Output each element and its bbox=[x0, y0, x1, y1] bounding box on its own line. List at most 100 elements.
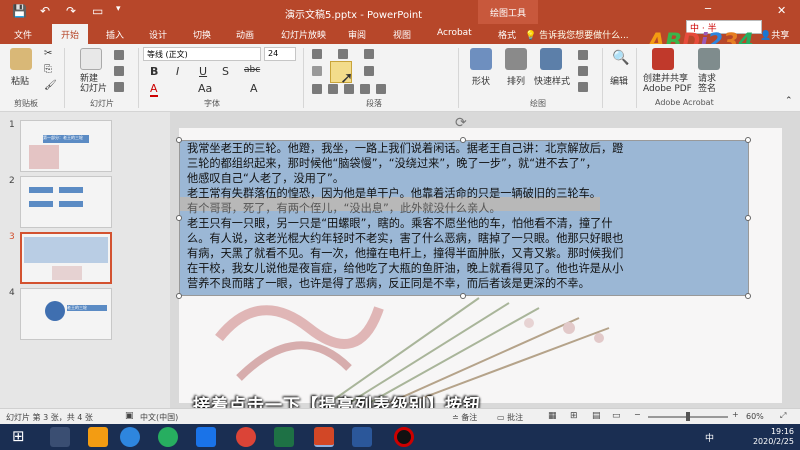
layout-icon[interactable] bbox=[114, 50, 124, 60]
italic-button[interactable]: I bbox=[176, 65, 179, 78]
font-name-combo[interactable]: 等线 (正文) bbox=[143, 47, 261, 61]
system-clock[interactable]: 19:16 2020/2/25 bbox=[753, 427, 794, 447]
shapes-button[interactable]: 形状 bbox=[472, 74, 490, 87]
tab-animations[interactable]: 动画 bbox=[236, 28, 254, 41]
wps-icon[interactable] bbox=[196, 427, 216, 447]
tab-view[interactable]: 视图 bbox=[393, 28, 411, 41]
resize-handle-se[interactable] bbox=[745, 293, 751, 299]
decrease-indent-icon[interactable] bbox=[312, 66, 322, 76]
fit-slide-icon[interactable]: ⤢ bbox=[780, 411, 786, 421]
tab-slideshow[interactable]: 幻灯片放映 bbox=[281, 28, 326, 41]
tab-insert[interactable]: 插入 bbox=[106, 28, 124, 41]
quick-access-dropdown-icon[interactable]: ▾ bbox=[116, 4, 121, 14]
ime-indicator[interactable]: 中 bbox=[705, 431, 714, 444]
recorder-icon[interactable] bbox=[394, 427, 414, 447]
columns-icon[interactable] bbox=[376, 84, 386, 94]
font-size-up-icon[interactable]: Aa bbox=[198, 82, 212, 95]
undo-icon[interactable]: ↶ bbox=[40, 4, 50, 18]
tab-file[interactable]: 文件 bbox=[14, 28, 32, 41]
browser-icon[interactable] bbox=[158, 427, 178, 447]
line-spacing-icon[interactable] bbox=[364, 49, 374, 59]
zoom-level[interactable]: 60% bbox=[746, 412, 764, 421]
shape-fill-icon[interactable] bbox=[578, 50, 588, 60]
align-center-icon[interactable] bbox=[328, 84, 338, 94]
tab-format[interactable]: 格式 bbox=[498, 28, 516, 41]
slideshow-view-icon[interactable]: ▭ bbox=[612, 411, 621, 421]
zoom-slider-thumb[interactable] bbox=[686, 412, 690, 421]
resize-handle-nw[interactable] bbox=[176, 137, 182, 143]
resize-handle-e[interactable] bbox=[745, 215, 751, 221]
quick-styles-button[interactable]: 快速样式 bbox=[534, 74, 570, 87]
bullets-icon[interactable] bbox=[312, 49, 322, 59]
text-body[interactable]: 我常坐老王的三轮。他蹬，我坐，一路上我们说着闲话。据老王自己讲：北京解放后，蹬 … bbox=[187, 141, 623, 291]
zoom-out-icon[interactable]: − bbox=[634, 410, 641, 419]
tell-me-search[interactable]: 💡 告诉我您想要做什么... bbox=[525, 28, 629, 41]
quick-styles-icon[interactable] bbox=[540, 48, 562, 70]
arrange-button[interactable]: 排列 bbox=[507, 74, 525, 87]
underline-button[interactable]: U bbox=[199, 65, 207, 78]
explorer-icon[interactable] bbox=[50, 427, 70, 447]
zoom-in-icon[interactable]: + bbox=[732, 410, 739, 419]
adobe-pdf-icon[interactable] bbox=[652, 48, 674, 70]
shape-outline-icon[interactable] bbox=[578, 66, 588, 76]
notes-button[interactable]: ≐ 备注 bbox=[452, 412, 477, 423]
request-signature-button[interactable]: 请求 签名 bbox=[698, 74, 716, 94]
close-icon[interactable]: ✕ bbox=[777, 4, 786, 17]
share-button[interactable]: 👤共享 bbox=[760, 28, 789, 41]
cloud-icon[interactable] bbox=[120, 427, 140, 447]
excel-icon[interactable] bbox=[274, 427, 294, 447]
tab-design[interactable]: 设计 bbox=[149, 28, 167, 41]
font-color-icon[interactable]: A bbox=[150, 82, 158, 97]
slide-thumbnail-2[interactable] bbox=[20, 176, 112, 228]
chrome-icon[interactable] bbox=[236, 427, 256, 447]
redo-icon[interactable]: ↷ bbox=[66, 4, 76, 18]
paste-icon[interactable] bbox=[10, 48, 32, 70]
create-pdf-button[interactable]: 创建并共享 Adobe PDF bbox=[643, 74, 692, 94]
folder-icon[interactable] bbox=[88, 427, 108, 447]
numbering-icon[interactable] bbox=[338, 49, 348, 59]
slide-thumbnail-1[interactable]: 第一部分：老王的三轮 bbox=[20, 120, 112, 172]
request-signature-icon[interactable] bbox=[698, 48, 720, 70]
rotate-handle-icon[interactable]: ⟳ bbox=[455, 115, 467, 131]
selected-text-box[interactable]: 我常坐老王的三轮。他蹬，我坐，一路上我们说着闲话。据老王自己讲：北京解放后，蹬 … bbox=[179, 140, 749, 296]
arrange-icon[interactable] bbox=[505, 48, 527, 70]
slide-sorter-icon[interactable]: ⊞ bbox=[570, 411, 578, 421]
resize-handle-ne[interactable] bbox=[745, 137, 751, 143]
slide-thumbnail-4[interactable]: 老王的三轮 bbox=[20, 288, 112, 340]
resize-handle-n[interactable] bbox=[460, 137, 466, 143]
justify-icon[interactable] bbox=[360, 84, 370, 94]
new-slide-button[interactable]: 新建 幻灯片 bbox=[80, 74, 107, 94]
align-left-icon[interactable] bbox=[312, 84, 322, 94]
comments-button[interactable]: ▭ 批注 bbox=[497, 412, 523, 423]
shadow-button[interactable]: S bbox=[222, 65, 229, 78]
save-icon[interactable]: 💾 bbox=[12, 4, 27, 18]
normal-view-icon[interactable]: ▦ bbox=[548, 411, 557, 421]
resize-handle-w[interactable] bbox=[176, 215, 182, 221]
editing-button[interactable]: 编辑 bbox=[610, 74, 628, 87]
copy-icon[interactable]: ⎘ bbox=[44, 64, 52, 75]
paste-button[interactable]: 粘贴 bbox=[11, 74, 29, 87]
resize-handle-sw[interactable] bbox=[176, 293, 182, 299]
minimize-icon[interactable]: ─ bbox=[705, 4, 711, 15]
clear-format-icon[interactable]: A bbox=[250, 82, 258, 95]
reading-view-icon[interactable]: ▤ bbox=[592, 411, 601, 421]
find-icon[interactable]: 🔍 bbox=[612, 50, 629, 66]
start-icon[interactable]: ⊞ bbox=[12, 427, 25, 445]
tab-acrobat[interactable]: Acrobat bbox=[437, 28, 472, 38]
powerpoint-icon[interactable] bbox=[314, 427, 334, 447]
spellcheck-icon[interactable]: ▣ bbox=[125, 411, 134, 421]
bold-button[interactable]: B bbox=[150, 65, 158, 78]
tab-review[interactable]: 审阅 bbox=[348, 28, 366, 41]
language-status[interactable]: 中文(中国) bbox=[140, 412, 178, 423]
reset-icon[interactable] bbox=[114, 66, 124, 76]
strikethrough-button[interactable]: abc bbox=[244, 65, 260, 75]
format-painter-icon[interactable]: 🖌 bbox=[44, 80, 57, 91]
shape-effects-icon[interactable] bbox=[578, 82, 588, 92]
tab-home[interactable]: 开始 bbox=[52, 24, 89, 44]
cut-icon[interactable]: ✂ bbox=[44, 48, 52, 59]
tab-transitions[interactable]: 切换 bbox=[193, 28, 211, 41]
font-size-combo[interactable]: 24 bbox=[264, 47, 296, 61]
present-icon[interactable]: ▭ bbox=[92, 4, 103, 18]
word-icon[interactable] bbox=[352, 427, 372, 447]
section-icon[interactable] bbox=[114, 82, 124, 92]
